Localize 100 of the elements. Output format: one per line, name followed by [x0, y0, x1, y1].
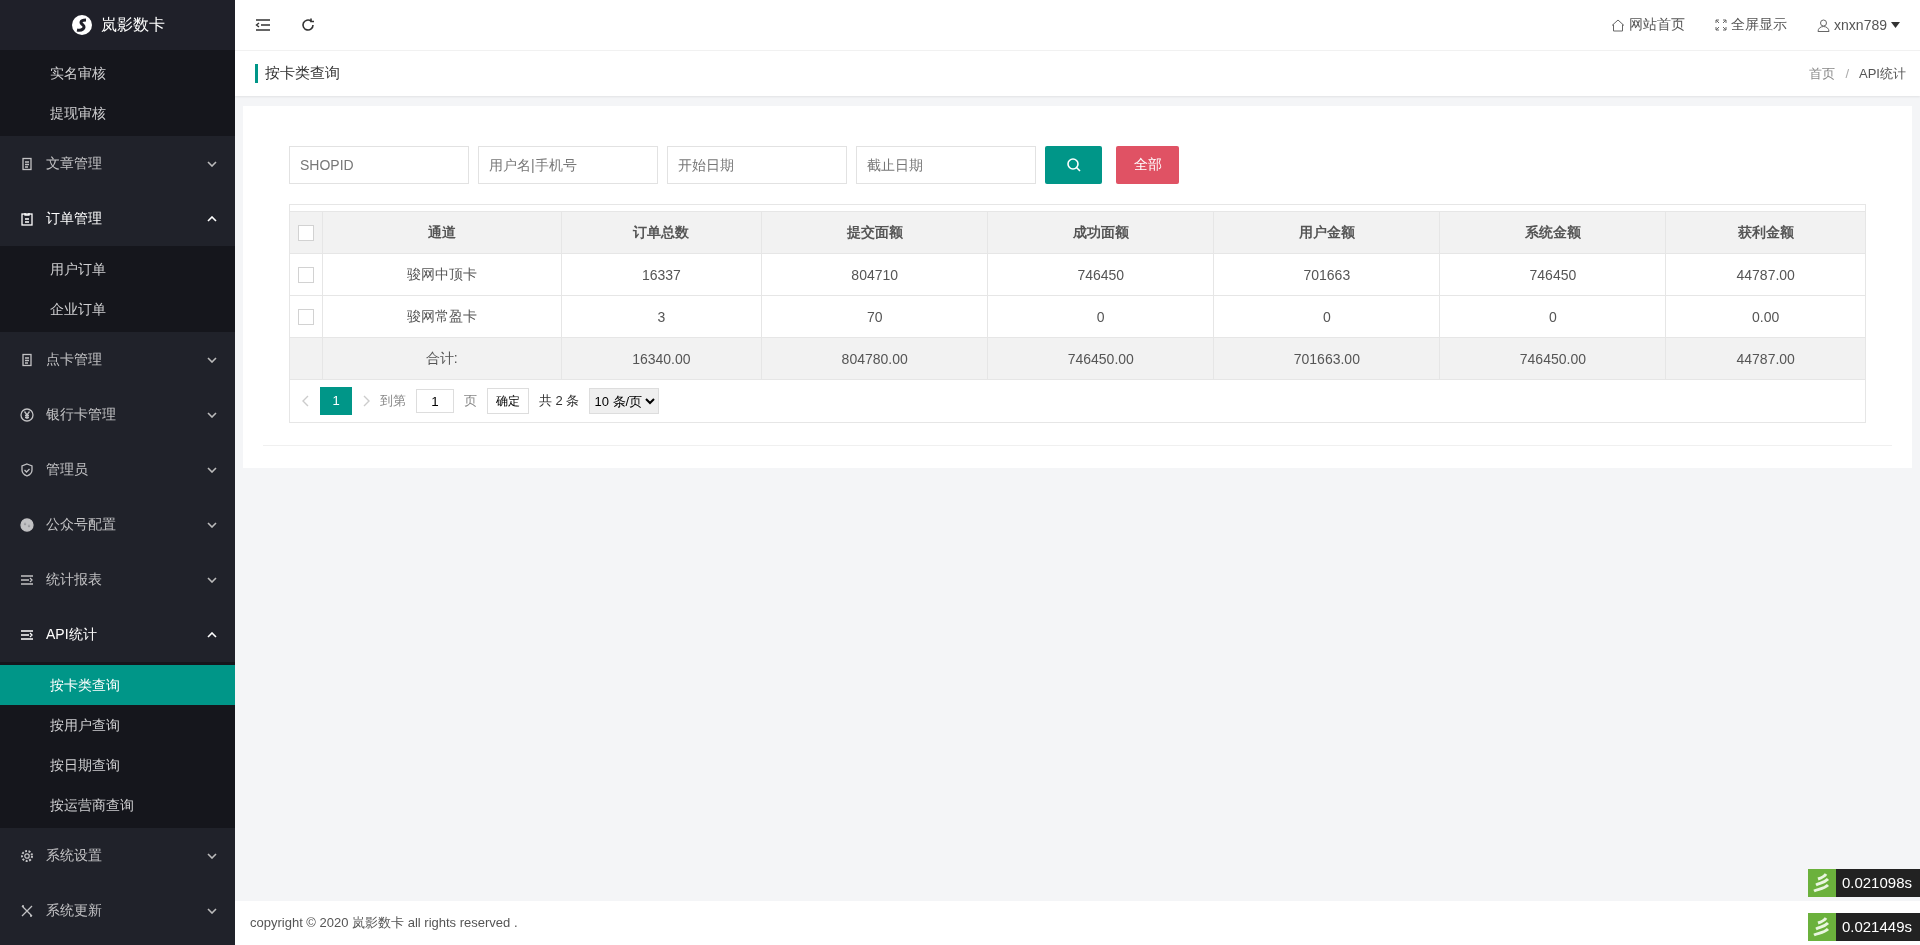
- fullscreen-link[interactable]: 全屏显示: [1715, 16, 1788, 34]
- total-cell: 16340.00: [561, 337, 762, 380]
- logo-icon: [70, 14, 93, 36]
- chat-icon: [20, 517, 34, 532]
- user-menu[interactable]: xnxn789: [1817, 17, 1900, 33]
- chevron-icon: [207, 411, 217, 418]
- total-cell: 701663.00: [1213, 337, 1440, 380]
- page-input[interactable]: 1: [416, 389, 454, 413]
- table-cell: 16337: [561, 253, 762, 296]
- chevron-icon: [207, 576, 217, 583]
- copyright-text: copyright © 2020 岚影数卡 all rights reserved .: [250, 914, 518, 932]
- search-icon: [1065, 157, 1082, 173]
- table-cell: 0: [987, 295, 1214, 338]
- column-header: 提交面额: [761, 211, 988, 254]
- checkbox[interactable]: [298, 267, 314, 284]
- input-field[interactable]: 用户名|手机号: [478, 146, 658, 184]
- total-cell: 804780.00: [761, 337, 988, 380]
- all-button[interactable]: 全部: [1116, 146, 1179, 184]
- column-header: 成功面额: [987, 211, 1214, 254]
- input-field[interactable]: 开始日期: [667, 146, 847, 184]
- total-cell: 746450.00: [1439, 337, 1666, 380]
- total-cell: 44787.00: [1665, 337, 1865, 380]
- doc-icon: [20, 156, 34, 171]
- menu-icon[interactable]: [255, 18, 271, 32]
- chevron-icon: [207, 907, 217, 914]
- menu-item[interactable]: 银行卡管理: [0, 387, 235, 442]
- table-cell: 70: [761, 295, 988, 338]
- flame-icon: [1807, 913, 1836, 941]
- submenu-item[interactable]: 按卡类查询: [0, 665, 235, 705]
- column-header: 系统金额: [1439, 211, 1666, 254]
- home-icon: [1611, 18, 1626, 32]
- user-icon: [1817, 18, 1831, 32]
- page-unit-label: 页: [464, 392, 477, 410]
- menu-item[interactable]: 点卡管理: [0, 332, 235, 387]
- column-header: 获利金额: [1665, 211, 1865, 254]
- goto-label: 到第: [380, 392, 406, 410]
- input-field[interactable]: SHOPID: [289, 146, 469, 184]
- table-cell: 0: [1439, 295, 1666, 338]
- submenu-item[interactable]: 实名审核: [0, 53, 235, 93]
- page-button[interactable]: 1: [320, 387, 352, 415]
- home-link[interactable]: 网站首页: [1611, 16, 1686, 34]
- submenu-item[interactable]: 提现审核: [0, 93, 235, 133]
- chevron-icon: [207, 631, 217, 638]
- menu-item[interactable]: 公众号配置: [0, 497, 235, 552]
- list-icon: [20, 572, 34, 587]
- breadcrumb-item[interactable]: API统计: [1859, 64, 1906, 83]
- search-button[interactable]: [1045, 146, 1102, 184]
- fullscreen-icon: [1715, 19, 1728, 31]
- submenu-item[interactable]: 企业订单: [0, 289, 235, 329]
- doc-icon: [20, 352, 34, 367]
- checkbox[interactable]: [298, 309, 314, 326]
- checkbox[interactable]: [298, 225, 314, 242]
- caret-icon: [1891, 22, 1900, 28]
- menu-item[interactable]: 系统设置: [0, 828, 235, 883]
- table-cell: 骏网中顶卡: [322, 253, 562, 296]
- menu-item[interactable]: 文章管理: [0, 136, 235, 191]
- logo-text: 岚影数卡: [100, 14, 165, 35]
- table-cell: 746450: [987, 253, 1214, 296]
- submenu-item[interactable]: 用户订单: [0, 249, 235, 289]
- chevron-icon: [207, 160, 217, 167]
- total-cell: 746450.00: [987, 337, 1214, 380]
- breadcrumb-separator: /: [1845, 66, 1850, 81]
- menu-item[interactable]: API统计: [0, 607, 235, 662]
- page-title: 按卡类查询: [255, 64, 340, 83]
- timing-badge[interactable]: 0.021098s: [1807, 869, 1920, 897]
- refresh-icon[interactable]: [301, 18, 315, 32]
- table-cell: 746450: [1439, 253, 1666, 296]
- menu-item[interactable]: 统计报表: [0, 552, 235, 607]
- menu-item[interactable]: 订单管理: [0, 191, 235, 246]
- column-header: 通道: [322, 211, 562, 254]
- column-header: 订单总数: [561, 211, 762, 254]
- chevron-icon: [207, 466, 217, 473]
- submenu-item[interactable]: 按日期查询: [0, 745, 235, 785]
- total-count: 共 2 条: [539, 392, 580, 410]
- table-cell: 0: [1213, 295, 1440, 338]
- chevron-icon: [207, 521, 217, 528]
- chevron-icon: [207, 356, 217, 363]
- next-icon[interactable]: [362, 395, 370, 407]
- total-cell: 合计:: [322, 337, 562, 380]
- confirm-button[interactable]: 确定: [487, 388, 529, 414]
- flame-icon: [1807, 869, 1836, 897]
- table-cell: 804710: [761, 253, 988, 296]
- menu-item[interactable]: 系统更新: [0, 883, 235, 938]
- timing-badge[interactable]: 0.021449s: [1807, 913, 1920, 941]
- clip-icon: [20, 211, 34, 226]
- list-icon: [20, 627, 34, 642]
- input-field[interactable]: 截止日期: [856, 146, 1036, 184]
- column-header: 用户金额: [1213, 211, 1440, 254]
- shield-icon: [20, 462, 34, 477]
- submenu-item[interactable]: 按运营商查询: [0, 785, 235, 825]
- table-cell: 骏网常盈卡: [322, 295, 562, 338]
- page-size-select[interactable]: 10 条/页: [589, 388, 660, 414]
- menu-item[interactable]: 管理员: [0, 442, 235, 497]
- breadcrumb-item[interactable]: 首页: [1809, 64, 1836, 83]
- submenu-item[interactable]: 按用户查询: [0, 705, 235, 745]
- table-cell: 701663: [1213, 253, 1440, 296]
- previous-icon[interactable]: [302, 395, 310, 407]
- table-cell: 3: [561, 295, 762, 338]
- chevron-icon: [207, 852, 217, 859]
- chevron-icon: [207, 215, 217, 222]
